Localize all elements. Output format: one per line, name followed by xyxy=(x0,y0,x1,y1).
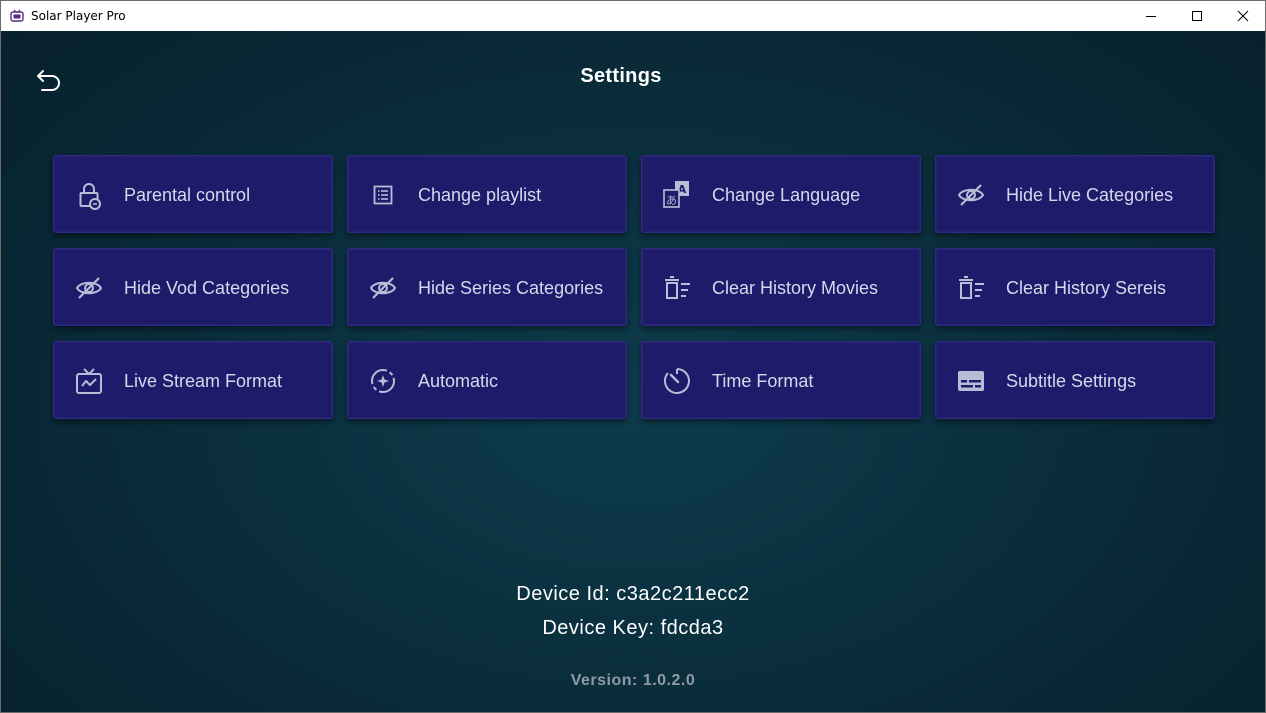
app-window: Solar Player Pro Settings Parental contr… xyxy=(0,0,1266,713)
hide-live-categories-tile[interactable]: Hide Live Categories xyxy=(935,155,1215,233)
tile-label: Parental control xyxy=(124,185,251,205)
tile-label: Automatic xyxy=(418,371,499,391)
timer-icon xyxy=(663,368,690,394)
device-info: Device Id: c3a2c211ecc2 Device Key: fdcd… xyxy=(1,577,1265,645)
close-button[interactable] xyxy=(1220,1,1265,31)
translate-icon: A あ xyxy=(663,181,689,208)
device-id: Device Id: c3a2c211ecc2 xyxy=(516,583,750,605)
tile-label: Live Stream Format xyxy=(124,371,283,391)
change-language-tile[interactable]: A あ Change Language xyxy=(641,155,921,233)
app-logo-icon xyxy=(10,9,24,22)
hide-series-categories-tile[interactable]: Hide Series Categories xyxy=(347,248,627,326)
title-bar[interactable]: Solar Player Pro xyxy=(1,1,1265,31)
subtitles-icon xyxy=(958,371,984,391)
tile-label: Clear History Sereis xyxy=(1006,278,1167,298)
hide-vod-categories-tile[interactable]: Hide Vod Categories xyxy=(53,248,333,326)
eye-off-icon xyxy=(75,277,103,299)
auto-icon xyxy=(371,369,395,393)
change-playlist-tile[interactable]: Change playlist xyxy=(347,155,627,233)
tile-label: Time Format xyxy=(712,371,814,391)
clear-history-series-tile[interactable]: Clear History Sereis xyxy=(935,248,1215,326)
tile-label: Hide Series Categories xyxy=(418,278,604,298)
settings-screen: Settings Parental control Change playlis… xyxy=(1,31,1265,712)
tile-label: Change playlist xyxy=(418,185,542,205)
tile-label: Clear History Movies xyxy=(712,278,879,298)
tile-label: Subtitle Settings xyxy=(1006,371,1137,391)
tile-label: Hide Live Categories xyxy=(1006,185,1174,205)
tile-label: Change Language xyxy=(712,185,861,205)
clear-history-icon xyxy=(665,276,690,299)
lock-icon xyxy=(79,183,101,210)
window-title: Solar Player Pro xyxy=(31,9,126,23)
live-tv-icon xyxy=(76,368,102,394)
live-stream-format-tile[interactable]: Live Stream Format xyxy=(53,341,333,419)
automatic-tile[interactable]: Automatic xyxy=(347,341,627,419)
eye-off-icon xyxy=(369,277,397,299)
settings-grid: Parental control Change playlist A あ Cha… xyxy=(53,155,1215,419)
maximize-icon xyxy=(1192,11,1202,21)
close-icon xyxy=(1237,10,1249,22)
list-icon xyxy=(373,185,393,205)
page-title: Settings xyxy=(580,65,662,87)
tile-label: Hide Vod Categories xyxy=(124,278,290,298)
svg-text:あ: あ xyxy=(666,194,677,207)
device-key: Device Key: fdcda3 xyxy=(542,617,724,639)
parental-control-tile[interactable]: Parental control xyxy=(53,155,333,233)
subtitle-settings-tile[interactable]: Subtitle Settings xyxy=(935,341,1215,419)
minimize-icon xyxy=(1146,16,1156,17)
clear-history-icon xyxy=(959,276,984,299)
app-version: Version: 1.0.2.0 xyxy=(570,672,696,689)
clear-history-movies-tile[interactable]: Clear History Movies xyxy=(641,248,921,326)
maximize-button[interactable] xyxy=(1174,1,1220,31)
eye-off-icon xyxy=(957,184,985,206)
minimize-button[interactable] xyxy=(1128,1,1174,31)
time-format-tile[interactable]: Time Format xyxy=(641,341,921,419)
